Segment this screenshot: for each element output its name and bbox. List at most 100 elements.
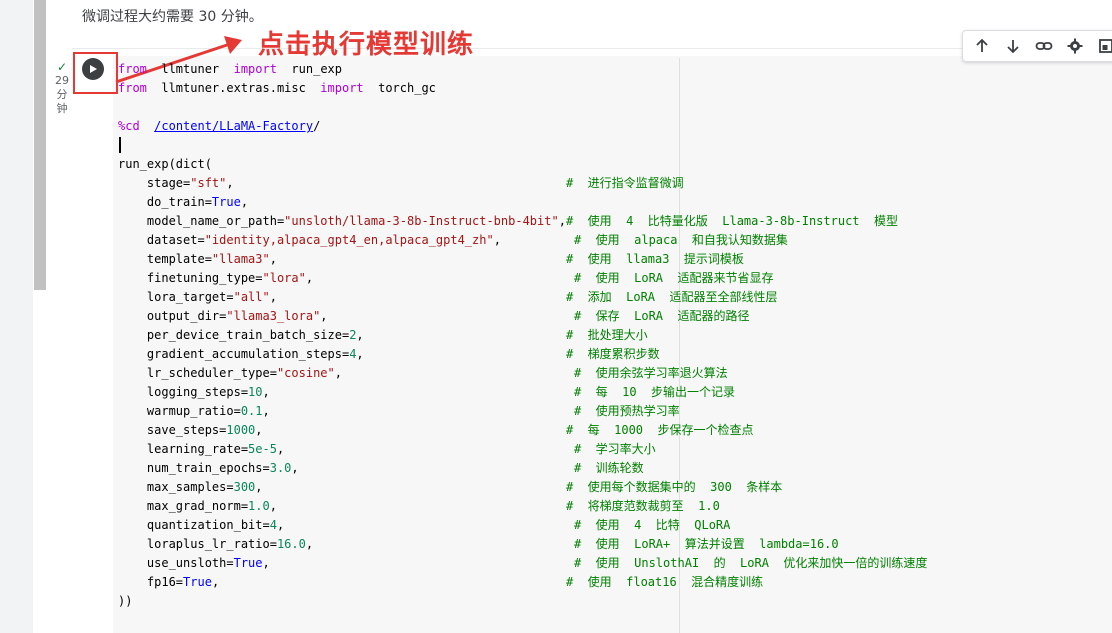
code-line-2: from llmtuner.extras.misc import torch_g… (118, 79, 436, 98)
annotation-label: 点击执行模型训练 (258, 30, 475, 60)
argument-name: do_train= (118, 195, 212, 209)
code-comment: # 训练轮数 (574, 461, 644, 475)
move-down-button[interactable] (998, 32, 1029, 60)
code-line-cd: %cd /content/LLaMA-Factory/ (118, 117, 320, 136)
argument-line: fp16=True, (118, 573, 219, 592)
code-comment: # 使用余弦学习率退火算法 (574, 366, 728, 380)
execution-unit-1: 分 (56, 88, 68, 101)
argument-value: 1000 (226, 423, 256, 437)
code-comment: # 添加 LoRA 适配器至全部线性层 (566, 290, 778, 304)
code-comment: # 每 10 步输出一个记录 (574, 385, 736, 399)
check-icon: ✓ (56, 60, 68, 74)
code-comment: # 使用 LoRA+ 算法并设置 lambda=16.0 (574, 537, 839, 551)
argument-comma: , (276, 442, 285, 456)
cell-settings-button[interactable] (1059, 32, 1090, 60)
argument-line: template="llama3", (118, 250, 277, 269)
code-comment: # 使用 4 比特量化版 Llama-3-8b-Instruct 模型 (566, 214, 898, 228)
argument-name: quantization_bit= (118, 518, 270, 532)
code-comment: # 使用 llama3 提示词模板 (566, 252, 744, 266)
argument-line: dataset="identity,alpaca_gpt4_en,alpaca_… (118, 231, 501, 250)
path-link[interactable]: /content/LLaMA-Factory (154, 119, 313, 133)
argument-value: 4 (269, 518, 277, 532)
code-comment: # 保存 LoRA 适配器的路径 (574, 309, 750, 323)
page-scrollbar-track[interactable] (0, 0, 33, 633)
argument-line: use_unsloth=True, (118, 554, 270, 573)
argument-line: lora_target="all", (118, 288, 277, 307)
argument-comma: , (269, 290, 277, 304)
argument-name: warmup_ratio= (118, 404, 241, 418)
argument-value: 0.1 (240, 404, 263, 418)
argument-comma: , (558, 214, 566, 228)
keyword-import: import (233, 62, 277, 76)
argument-line: do_train=True, (118, 193, 248, 212)
argument-comma: , (255, 480, 263, 494)
argument-value: "sft" (190, 176, 227, 190)
argument-value: 300 (233, 480, 256, 494)
argument-comma: , (356, 328, 364, 342)
argument-value: "identity,alpaca_gpt4_en,alpaca_gpt4_zh" (204, 233, 494, 247)
argument-line: max_grad_norm=1.0, (118, 497, 277, 516)
argument-value: True (233, 556, 263, 570)
execution-count: 29 (55, 74, 69, 87)
argument-comma: , (356, 347, 364, 361)
argument-line: output_dir="llama3_lora", (118, 307, 328, 326)
argument-line: lr_scheduler_type="cosine", (118, 364, 342, 383)
argument-line: save_steps=1000, (118, 421, 263, 440)
expand-icon (1098, 39, 1112, 53)
argument-line: gradient_accumulation_steps=4, (118, 345, 364, 364)
argument-comma: , (291, 461, 299, 475)
argument-value: 3.0 (269, 461, 292, 475)
argument-name: loraplus_lr_ratio= (118, 537, 277, 551)
argument-value: 5e-5 (248, 442, 277, 456)
argument-comma: , (305, 271, 314, 285)
arrow-down-icon (1007, 40, 1019, 54)
argument-name: template= (118, 252, 212, 266)
module-name: llmtuner (146, 62, 234, 76)
argument-name: lr_scheduler_type= (118, 366, 277, 380)
arrow-up-icon (976, 38, 989, 52)
code-comment: # 梯度累积步数 (566, 347, 660, 361)
gear-icon (1067, 38, 1083, 54)
argument-name: model_name_or_path= (118, 214, 285, 228)
code-comment: # 使用 alpaca 和自我认知数据集 (574, 233, 788, 247)
run-cell-button[interactable] (82, 58, 104, 80)
argument-value: 10 (248, 385, 263, 399)
argument-comma: , (305, 537, 314, 551)
argument-value: "all" (233, 290, 270, 304)
argument-comma: , (262, 556, 270, 570)
argument-line: model_name_or_path="unsloth/llama-3-8b-I… (118, 212, 566, 231)
cell-toolbar (962, 30, 1112, 62)
argument-comma: , (226, 176, 234, 190)
argument-comma: , (255, 423, 263, 437)
argument-name: stage= (118, 176, 191, 190)
text-cursor (119, 137, 121, 153)
argument-comma: , (240, 195, 249, 209)
argument-name: num_train_epochs= (118, 461, 270, 475)
argument-line: learning_rate=5e-5, (118, 440, 284, 459)
code-comment: # 学习率大小 (574, 442, 656, 456)
execution-unit-2: 钟 (56, 102, 68, 115)
code-comment: # 使用 4 比特 QLoRA (574, 518, 731, 532)
code-comment: # 每 1000 步保存一个检查点 (566, 423, 754, 437)
argument-line: num_train_epochs=3.0, (118, 459, 299, 478)
code-comment: # 使用预热学习率 (574, 404, 680, 418)
magic-command: %cd (118, 119, 140, 133)
argument-name: logging_steps= (118, 385, 249, 399)
argument-line: loraplus_lr_ratio=16.0, (118, 535, 313, 554)
argument-name: learning_rate= (118, 442, 249, 456)
import-name: run_exp (276, 62, 342, 76)
argument-comma: , (262, 404, 270, 418)
page-scrollbar-thumb[interactable] (34, 0, 46, 290)
expand-button[interactable] (1090, 32, 1112, 60)
code-comment: # 批处理大小 (566, 328, 648, 342)
code-line-1: from llmtuner import run_exp (118, 60, 342, 79)
argument-name: gradient_accumulation_steps= (118, 347, 350, 361)
move-up-button[interactable] (967, 32, 998, 60)
copy-link-button[interactable] (1029, 32, 1060, 60)
argument-line: quantization_bit=4, (118, 516, 284, 535)
code-comment: # 使用 UnslothAI 的 LoRA 优化来加快一倍的训练速度 (574, 556, 928, 570)
argument-value: "llama3_lora" (226, 309, 321, 323)
execution-info: ✓ 29 分 钟 (54, 60, 70, 116)
argument-value: 1.0 (248, 499, 270, 513)
